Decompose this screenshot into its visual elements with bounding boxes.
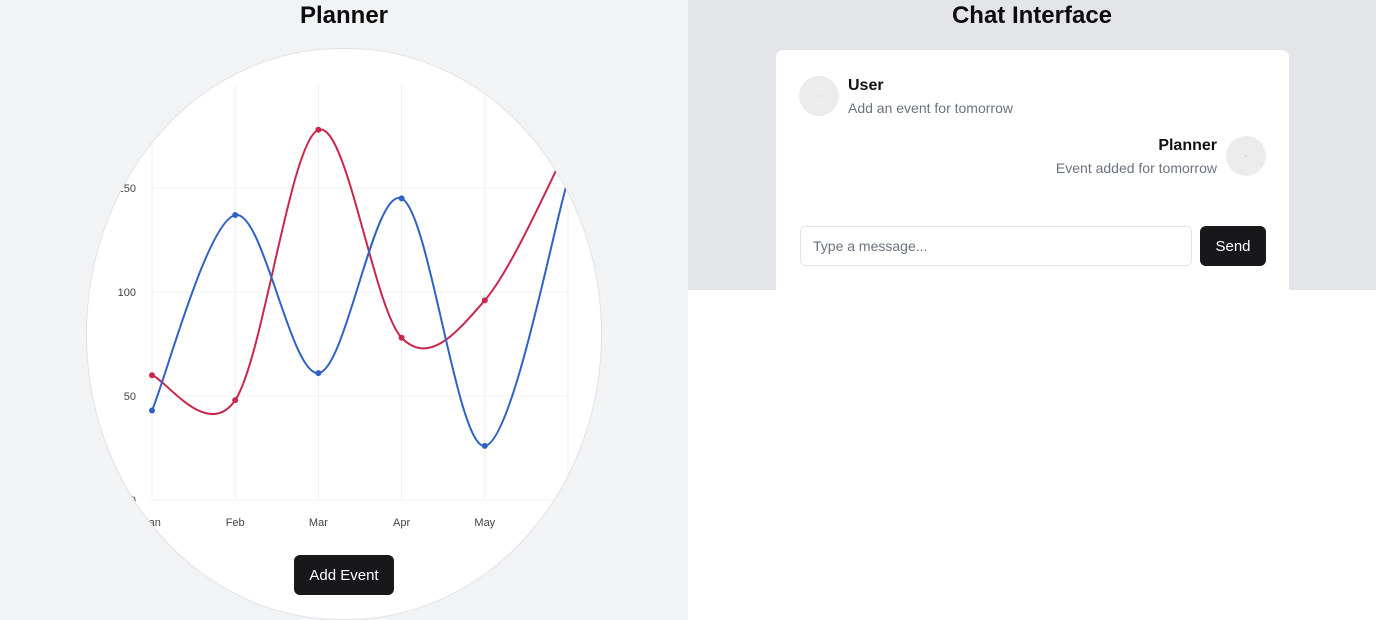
message-text: Add an event for tomorrow <box>848 100 1013 116</box>
message-sender: User <box>848 77 884 94</box>
send-button[interactable]: Send <box>1200 226 1266 266</box>
series-point <box>232 397 239 404</box>
series-point <box>315 126 322 133</box>
x-tick-label: Apr <box>393 517 410 529</box>
series-point <box>565 143 571 150</box>
planner-title: Planner <box>299 2 389 29</box>
planner-panel: Planner 0 50 100 150 Jan Feb Mar Apr May Add Eve… <box>0 0 688 620</box>
y-tick-label: 50 <box>124 391 136 403</box>
series-point <box>481 297 488 304</box>
series-point <box>149 372 155 379</box>
chat-card: User Add an event for tomorrow Planner E… <box>775 49 1290 290</box>
planner-avatar <box>1226 136 1266 176</box>
x-tick-label: May <box>474 517 495 529</box>
chat-title: Chat Interface <box>951 2 1113 29</box>
message-sender: Planner <box>1158 137 1217 154</box>
avatar-placeholder-icon <box>818 95 820 97</box>
add-event-button[interactable]: Add Event <box>294 555 394 595</box>
series-point <box>232 212 239 219</box>
series-point <box>149 407 155 414</box>
series-line <box>151 128 569 416</box>
message-text: Event added for tomorrow <box>1055 160 1217 176</box>
series-point <box>481 442 488 449</box>
x-tick-label: Mar <box>309 517 328 529</box>
planner-chart-card: 0 50 100 150 Jan Feb Mar Apr May <box>86 48 602 620</box>
user-avatar <box>799 76 839 116</box>
y-tick-label: 100 <box>118 287 136 299</box>
planner-message: Planner Event added for tomorrow <box>776 130 1289 200</box>
y-tick-label: 0 <box>130 495 136 507</box>
message-input[interactable] <box>800 226 1192 266</box>
x-tick-label: Feb <box>226 517 245 529</box>
y-tick-label: 150 <box>118 183 136 195</box>
series-point <box>398 334 405 341</box>
avatar-placeholder-icon <box>1245 155 1247 157</box>
user-message: User Add an event for tomorrow <box>776 50 1289 130</box>
series-point <box>315 370 322 377</box>
x-tick-label: Jan <box>143 517 161 529</box>
planner-line-chart: 0 50 100 150 Jan Feb Mar Apr May <box>118 84 571 529</box>
series-point <box>398 195 405 202</box>
series-point <box>565 176 571 183</box>
